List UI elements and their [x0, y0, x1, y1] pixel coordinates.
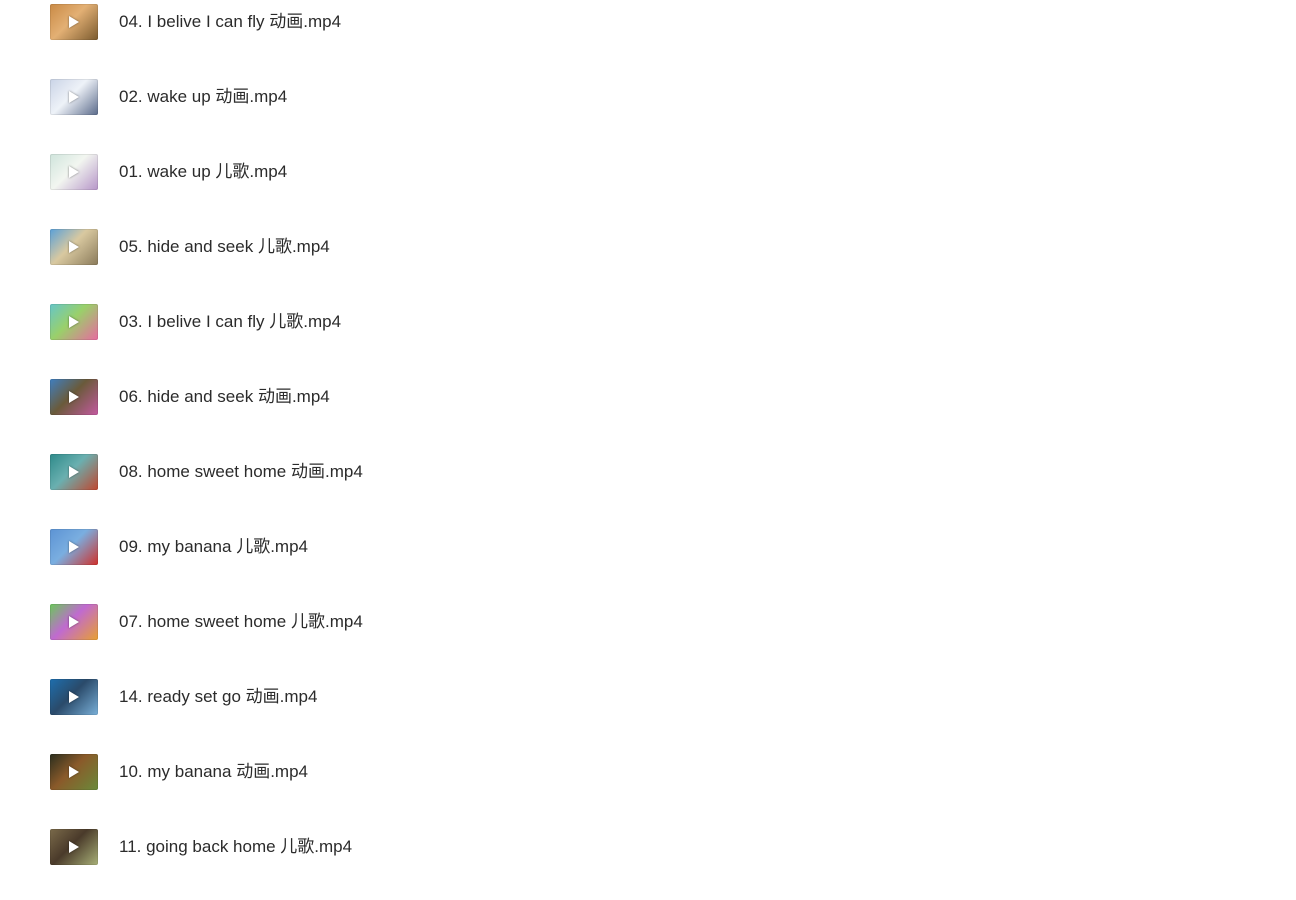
file-name[interactable]: 05. hide and seek 儿歌.mp4 [119, 237, 330, 257]
video-thumbnail[interactable] [50, 229, 98, 265]
file-row[interactable]: 11. going back home 儿歌.mp4 [0, 825, 1296, 900]
video-thumbnail[interactable] [50, 454, 98, 490]
play-icon [69, 241, 79, 253]
file-row[interactable]: 04. I belive I can fly 动画.mp4 [0, 0, 1296, 75]
play-icon [69, 391, 79, 403]
file-name[interactable]: 11. going back home 儿歌.mp4 [119, 837, 352, 857]
video-thumbnail[interactable] [50, 4, 98, 40]
video-thumbnail[interactable] [50, 829, 98, 865]
video-thumbnail[interactable] [50, 379, 98, 415]
file-name[interactable]: 06. hide and seek 动画.mp4 [119, 387, 330, 407]
play-icon [69, 766, 79, 778]
file-name[interactable]: 08. home sweet home 动画.mp4 [119, 462, 363, 482]
video-thumbnail[interactable] [50, 754, 98, 790]
video-thumbnail[interactable] [50, 679, 98, 715]
file-name[interactable]: 04. I belive I can fly 动画.mp4 [119, 12, 341, 32]
file-name[interactable]: 10. my banana 动画.mp4 [119, 762, 308, 782]
file-name[interactable]: 14. ready set go 动画.mp4 [119, 687, 317, 707]
play-icon [69, 91, 79, 103]
file-row[interactable]: 01. wake up 儿歌.mp4 [0, 150, 1296, 225]
play-icon [69, 541, 79, 553]
video-thumbnail[interactable] [50, 529, 98, 565]
play-icon [69, 466, 79, 478]
file-row[interactable]: 14. ready set go 动画.mp4 [0, 675, 1296, 750]
file-row[interactable]: 09. my banana 儿歌.mp4 [0, 525, 1296, 600]
file-row[interactable]: 10. my banana 动画.mp4 [0, 750, 1296, 825]
file-name[interactable]: 09. my banana 儿歌.mp4 [119, 537, 308, 557]
file-name[interactable]: 07. home sweet home 儿歌.mp4 [119, 612, 363, 632]
play-icon [69, 316, 79, 328]
file-row[interactable]: 03. I belive I can fly 儿歌.mp4 [0, 300, 1296, 375]
play-icon [69, 616, 79, 628]
file-name[interactable]: 01. wake up 儿歌.mp4 [119, 162, 287, 182]
file-name[interactable]: 02. wake up 动画.mp4 [119, 87, 287, 107]
file-row[interactable]: 07. home sweet home 儿歌.mp4 [0, 600, 1296, 675]
file-name[interactable]: 03. I belive I can fly 儿歌.mp4 [119, 312, 341, 332]
file-row[interactable]: 02. wake up 动画.mp4 [0, 75, 1296, 150]
play-icon [69, 166, 79, 178]
video-thumbnail[interactable] [50, 154, 98, 190]
file-row[interactable]: 05. hide and seek 儿歌.mp4 [0, 225, 1296, 300]
video-thumbnail[interactable] [50, 79, 98, 115]
video-thumbnail[interactable] [50, 304, 98, 340]
play-icon [69, 691, 79, 703]
play-icon [69, 16, 79, 28]
video-thumbnail[interactable] [50, 604, 98, 640]
play-icon [69, 841, 79, 853]
file-row[interactable]: 06. hide and seek 动画.mp4 [0, 375, 1296, 450]
file-row[interactable]: 08. home sweet home 动画.mp4 [0, 450, 1296, 525]
